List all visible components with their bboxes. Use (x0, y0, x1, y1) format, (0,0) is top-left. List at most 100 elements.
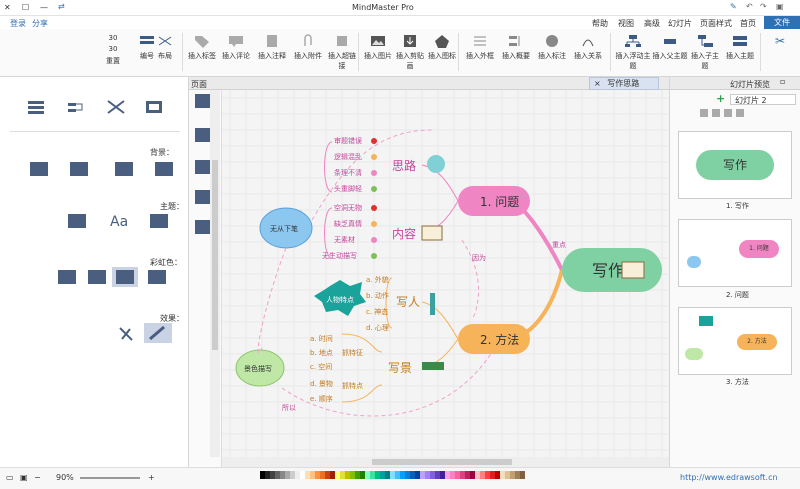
insert-clipart-button[interactable]: 插入剪贴画 (394, 32, 426, 72)
b1-sub1-item-3[interactable]: 条理不清 (334, 168, 362, 177)
callout-cloud2-label: 景色描写 (244, 364, 272, 373)
slide-thumb-2[interactable]: 1. 问题 (678, 219, 792, 287)
menu-page-style[interactable]: 页面样式 (700, 18, 732, 29)
numbering-button[interactable]: 编号 (134, 32, 160, 72)
window-close-icon[interactable]: ✕ (4, 3, 11, 12)
slide-thumb-3[interactable]: 2. 方法 (678, 307, 792, 375)
menu-advanced[interactable]: 高级 (644, 18, 660, 29)
share-icon[interactable]: ⇄ (58, 2, 65, 11)
format-painter-button[interactable]: ✂ (765, 32, 795, 72)
reset-button[interactable]: 重置 (96, 56, 130, 66)
b2-sub2-item-1[interactable]: a. 时间 (310, 334, 333, 343)
undo-icon[interactable]: ↶ (746, 2, 753, 11)
redo-icon[interactable]: ↷ (760, 2, 767, 11)
tab-writing[interactable]: × 写作思路 (589, 77, 659, 90)
theme-option-3-icon[interactable] (150, 214, 168, 228)
fullscreen-icon[interactable]: ▭ (6, 473, 14, 482)
mindmap-canvas[interactable]: 写作 1. 问题 2. 方法 思路 审题错误 逻辑混乱 条理不清 头重脚轻 内容… (222, 90, 669, 457)
b2-sub1-item-1[interactable]: a. 外貌 (366, 275, 389, 284)
b1-sub2-item-4[interactable]: 无生动描写 (322, 251, 357, 260)
slide-tool-4-icon[interactable] (736, 109, 744, 117)
rainbow-option-1-icon[interactable] (58, 270, 76, 284)
zoom-value: 90% (56, 473, 74, 482)
menu-file[interactable]: 文件 (764, 16, 800, 29)
b2-sub2-mid-1[interactable]: 抓特征 (342, 348, 363, 357)
insert-icon-button[interactable]: 插入图标 (426, 32, 458, 72)
layout-option-3-icon[interactable] (107, 100, 125, 114)
insert-attachment-button[interactable]: 插入附件 (290, 32, 326, 72)
b2-sub1-item-3[interactable]: c. 神态 (366, 307, 388, 316)
menu-share[interactable]: 分享 (32, 18, 48, 29)
bg-option-4-icon[interactable] (155, 162, 173, 176)
slide-thumb-1[interactable]: 写作 (678, 131, 792, 199)
b2-sub1-item-4[interactable]: d. 心理 (366, 324, 389, 332)
zoom-in-icon[interactable]: + (148, 473, 155, 482)
insert-topic-button[interactable]: 插入主题 (722, 32, 758, 72)
spacing-value-1[interactable]: 30 (96, 34, 130, 42)
slide-dropdown[interactable]: 幻灯片 2 (730, 94, 796, 105)
insert-subtopic-button[interactable]: 插入子主题 (688, 32, 722, 72)
window-maximize-icon[interactable]: ☐ (22, 3, 29, 12)
insert-parent-button[interactable]: 插入父主题 (652, 32, 688, 72)
effect-option-1-icon[interactable] (119, 327, 133, 341)
central-topic[interactable]: 写作 (562, 248, 662, 292)
slide-tool-2-icon[interactable] (712, 109, 720, 117)
window-minimize-icon[interactable]: — (40, 3, 48, 12)
insert-comment-button[interactable]: 插入评论 (218, 32, 254, 72)
menu-login[interactable]: 登录 (10, 18, 26, 29)
canvas-horizontal-scrollbar[interactable] (222, 457, 669, 467)
canvas-vertical-scrollbar[interactable] (210, 90, 220, 457)
theme-option-1-icon[interactable] (68, 214, 86, 228)
fit-page-icon[interactable]: ▣ (20, 473, 28, 482)
layout-option-1-icon[interactable] (28, 101, 44, 114)
layout-option-2-icon[interactable] (68, 103, 83, 112)
menu-slides[interactable]: 幻灯片 (668, 18, 692, 29)
layout-option-4-icon[interactable] (146, 101, 162, 113)
insert-callout-button[interactable]: 插入标注 (534, 32, 570, 72)
insert-hyperlink-button[interactable]: 插入超链接 (326, 32, 358, 72)
rainbow-option-4-icon[interactable] (148, 270, 166, 284)
insert-tag-button[interactable]: 插入标签 (186, 32, 218, 72)
b2-sub2-item-2[interactable]: b. 地点 (310, 348, 333, 357)
insert-boundary-button[interactable]: 插入外框 (462, 32, 498, 72)
b1-sub2-item-3[interactable]: 无素材 (334, 235, 355, 244)
b2-sub1-item-2[interactable]: b. 动作 (366, 291, 389, 300)
insert-summary-button[interactable]: 插入概要 (498, 32, 534, 72)
b2-sub2-item-4[interactable]: d. 景物 (310, 379, 333, 388)
insert-note-button[interactable]: 插入注释 (254, 32, 290, 72)
menu-help[interactable]: 帮助 (592, 18, 608, 29)
branch2-topic[interactable]: 2. 方法 (458, 324, 530, 354)
bg-option-2-icon[interactable] (70, 162, 88, 176)
color-palette[interactable] (260, 471, 670, 481)
zoom-out-icon[interactable]: − (34, 473, 41, 482)
branch1-topic[interactable]: 1. 问题 (458, 186, 530, 216)
rainbow-option-2-icon[interactable] (88, 270, 106, 284)
slide-tool-3-icon[interactable] (724, 109, 732, 117)
spacing-value-2[interactable]: 30 (96, 45, 130, 53)
insert-floating-button[interactable]: 插入浮动主题 (614, 32, 652, 72)
bg-option-1-icon[interactable] (30, 162, 48, 176)
callout-cloud[interactable]: 无从下笔 (259, 207, 313, 249)
tab-close-icon[interactable]: × (590, 79, 601, 88)
b1-sub1-item-2[interactable]: 逻辑混乱 (334, 152, 362, 161)
menu-view[interactable]: 视图 (618, 18, 634, 29)
b1-sub1-item-4[interactable]: 头重脚轻 (334, 184, 362, 193)
menu-home[interactable]: 首页 (740, 18, 756, 29)
slide-tool-1-icon[interactable] (700, 109, 708, 117)
b1-sub2-item-1[interactable]: 空洞无物 (334, 203, 362, 212)
save-icon[interactable]: ▣ (776, 2, 784, 11)
b1-sub1-item-1[interactable]: 审题错误 (334, 136, 362, 145)
callout-cloud2[interactable]: 景色描写 (235, 349, 285, 387)
theme-font-icon[interactable]: Aa (110, 214, 128, 230)
b1-sub2-item-2[interactable]: 缺乏真情 (334, 219, 362, 228)
website-link[interactable]: http://www.edrawsoft.cn (680, 473, 778, 482)
person-icon (430, 293, 435, 315)
b2-sub2-item-3[interactable]: c. 空间 (310, 362, 332, 371)
insert-image-button[interactable]: 插入图片 (362, 32, 394, 72)
zoom-slider[interactable] (80, 477, 140, 479)
insert-relation-button[interactable]: 插入关系 (570, 32, 606, 72)
b2-sub2-mid-2[interactable]: 抓特点 (342, 381, 363, 390)
b2-sub2-item-5[interactable]: e. 顺序 (310, 394, 333, 403)
add-slide-icon[interactable]: + (716, 92, 725, 105)
bg-option-3-icon[interactable] (115, 162, 133, 176)
